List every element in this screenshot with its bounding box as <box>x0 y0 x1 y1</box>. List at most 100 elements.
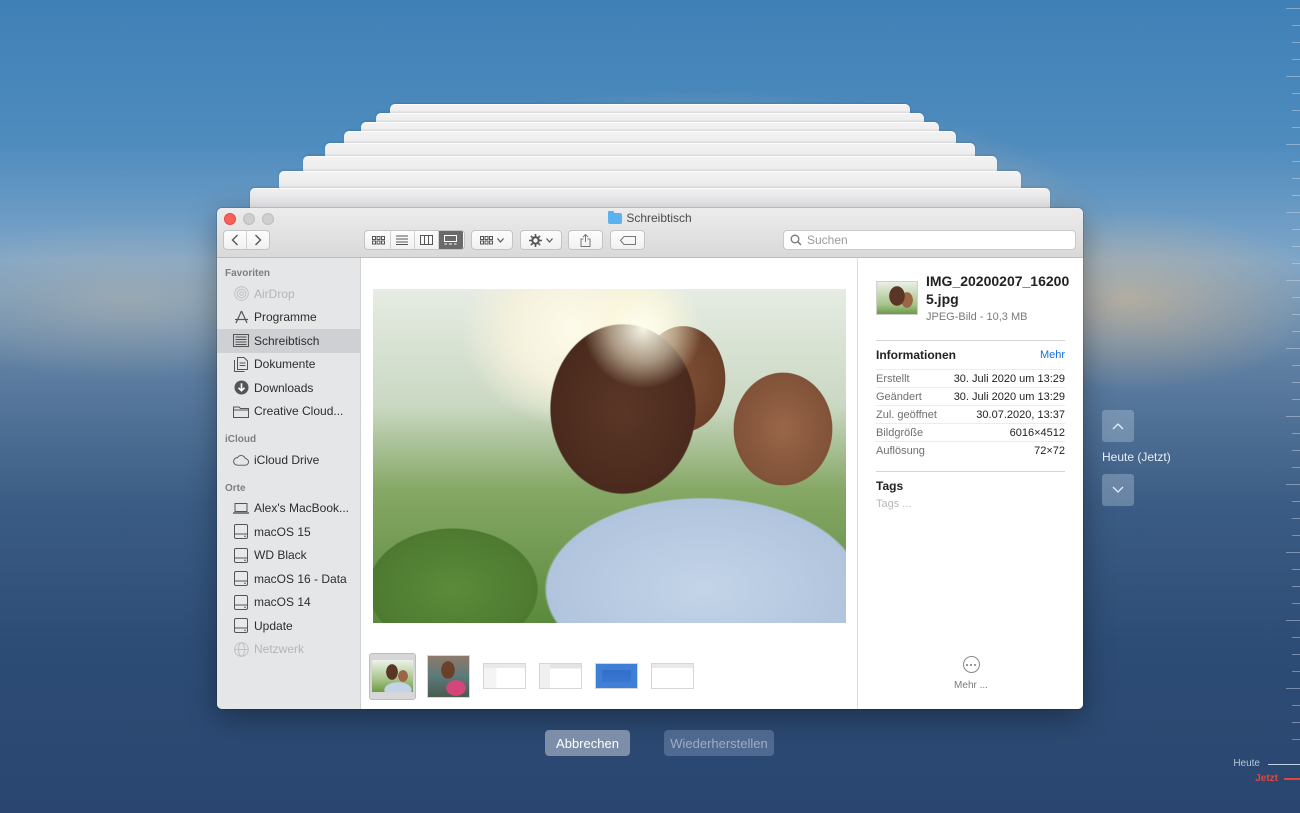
thumbnail-screenshot[interactable] <box>649 653 696 700</box>
timeline-tick <box>1292 637 1300 638</box>
timeline-tick <box>1292 297 1300 298</box>
documents-icon <box>233 356 249 372</box>
timeline-now-marker <box>1284 778 1300 780</box>
sidebar-item-macbook[interactable]: Alex's MacBook... <box>217 497 360 521</box>
chevron-down-icon <box>1112 486 1124 493</box>
timeline-tick <box>1292 195 1300 196</box>
timeline-tick <box>1292 722 1300 723</box>
thumbnail-strip <box>369 652 696 700</box>
file-thumbnail <box>876 281 918 315</box>
sidebar-item-netzwerk[interactable]: Netzwerk <box>217 638 360 662</box>
timeline-tick <box>1292 246 1300 247</box>
action-menu-button[interactable] <box>520 230 562 250</box>
back-forward-buttons <box>223 230 270 250</box>
timeline-tick <box>1292 535 1300 536</box>
info-row-created: Erstellt 30. Juli 2020 um 13:29 <box>876 370 1065 388</box>
timeline-tick <box>1286 348 1300 349</box>
sidebar-item-icloud-drive[interactable]: iCloud Drive <box>217 448 360 472</box>
timeline-today-label: Heute <box>1233 758 1260 769</box>
sidebar-item-schreibtisch[interactable]: Schreibtisch <box>217 329 360 353</box>
disk-icon <box>233 618 249 634</box>
timeline-tick <box>1286 688 1300 689</box>
timeline-tick <box>1286 484 1300 485</box>
tag-icon <box>619 235 636 245</box>
thumbnail-screenshot[interactable] <box>481 653 528 700</box>
timeline-tick <box>1292 42 1300 43</box>
info-section-title: Informationen <box>876 348 956 362</box>
back-button[interactable] <box>224 231 247 249</box>
gallery-icon <box>444 235 457 245</box>
thumbnail-photo-woman[interactable] <box>425 653 472 700</box>
cancel-button[interactable]: Abbrechen <box>545 730 630 756</box>
timeline-tick <box>1292 739 1300 740</box>
timeline-tick <box>1286 212 1300 213</box>
timeline-tick <box>1286 416 1300 417</box>
timeline-tick <box>1286 280 1300 281</box>
tags-input[interactable]: Tags ... <box>876 498 1065 510</box>
tags-section-title: Tags <box>876 479 904 493</box>
grid-icon <box>480 235 493 244</box>
info-section-header: Informationen Mehr <box>876 347 1065 363</box>
timeline-tick <box>1292 467 1300 468</box>
timeline-tick <box>1292 518 1300 519</box>
timeline-tick <box>1286 76 1300 77</box>
timeline-tick <box>1292 586 1300 587</box>
tags-button[interactable] <box>610 230 645 250</box>
laptop-icon <box>233 500 249 516</box>
sidebar-item-macos-16-data[interactable]: macOS 16 - Data <box>217 567 360 591</box>
time-back-button[interactable] <box>1102 410 1134 442</box>
view-mode-segment <box>364 230 465 250</box>
window-title: Schreibtisch <box>217 210 1083 225</box>
column-view-button[interactable] <box>415 231 439 249</box>
thumbnail-screenshot[interactable] <box>593 653 640 700</box>
sidebar-item-airdrop[interactable]: AirDrop <box>217 282 360 306</box>
grid-icon <box>371 235 385 244</box>
info-row-modified: Geändert 30. Juli 2020 um 13:29 <box>876 388 1065 406</box>
icon-view-button[interactable] <box>367 231 391 249</box>
restore-button[interactable]: Wiederherstellen <box>664 730 774 756</box>
preview-image[interactable] <box>373 289 846 623</box>
info-inspector: IMG_20200207_162005.jpg JPEG-Bild - 10,3… <box>857 258 1083 709</box>
info-row-image-size: Bildgröße 6016×4512 <box>876 424 1065 442</box>
sidebar-item-dokumente[interactable]: Dokumente <box>217 353 360 377</box>
sidebar-item-macos-15[interactable]: macOS 15 <box>217 520 360 544</box>
timeline-tick <box>1292 93 1300 94</box>
timeline-tick <box>1292 450 1300 451</box>
thumbnail-photo-couple[interactable] <box>369 652 416 700</box>
timeline-tick <box>1292 501 1300 502</box>
sidebar-item-downloads[interactable]: Downloads <box>217 376 360 400</box>
gallery-view-button[interactable] <box>438 231 463 249</box>
more-info-link[interactable]: Mehr <box>1040 349 1065 361</box>
list-view-button[interactable] <box>391 231 415 249</box>
timeline-tick <box>1292 178 1300 179</box>
more-icon <box>962 656 980 673</box>
timeline-tick <box>1292 399 1300 400</box>
timeline-tick <box>1292 331 1300 332</box>
applications-icon <box>233 309 249 325</box>
file-name: IMG_20200207_162005.jpg <box>926 273 1070 307</box>
sidebar-item-update[interactable]: Update <box>217 614 360 638</box>
timeline-tick <box>1292 127 1300 128</box>
more-actions-button[interactable]: Mehr ... <box>858 656 1083 691</box>
sidebar-item-programme[interactable]: Programme <box>217 306 360 330</box>
search-field[interactable] <box>783 230 1076 250</box>
info-table: Erstellt 30. Juli 2020 um 13:29 Geändert 3… <box>876 369 1065 460</box>
sidebar-item-wd-black[interactable]: WD Black <box>217 544 360 568</box>
timeline-now-label: Jetzt <box>1255 773 1278 784</box>
time-forward-button[interactable] <box>1102 474 1134 506</box>
timeline-tick <box>1292 25 1300 26</box>
info-row-resolution: Auflösung 72×72 <box>876 445 1065 457</box>
group-by-button[interactable] <box>471 230 513 250</box>
disk-icon <box>233 594 249 610</box>
share-button[interactable] <box>568 230 603 250</box>
thumbnail-screenshot[interactable] <box>537 653 584 700</box>
airdrop-icon <box>233 286 249 302</box>
forward-button[interactable] <box>247 231 269 249</box>
timeline-tick <box>1292 654 1300 655</box>
sidebar-item-macos-14[interactable]: macOS 14 <box>217 591 360 615</box>
sidebar-item-creative-cloud[interactable]: Creative Cloud... <box>217 400 360 424</box>
search-input[interactable] <box>807 233 1047 247</box>
timeline-tick <box>1292 705 1300 706</box>
sidebar-heading-locations: Orte <box>225 482 246 494</box>
timeline[interactable] <box>1260 0 1300 813</box>
